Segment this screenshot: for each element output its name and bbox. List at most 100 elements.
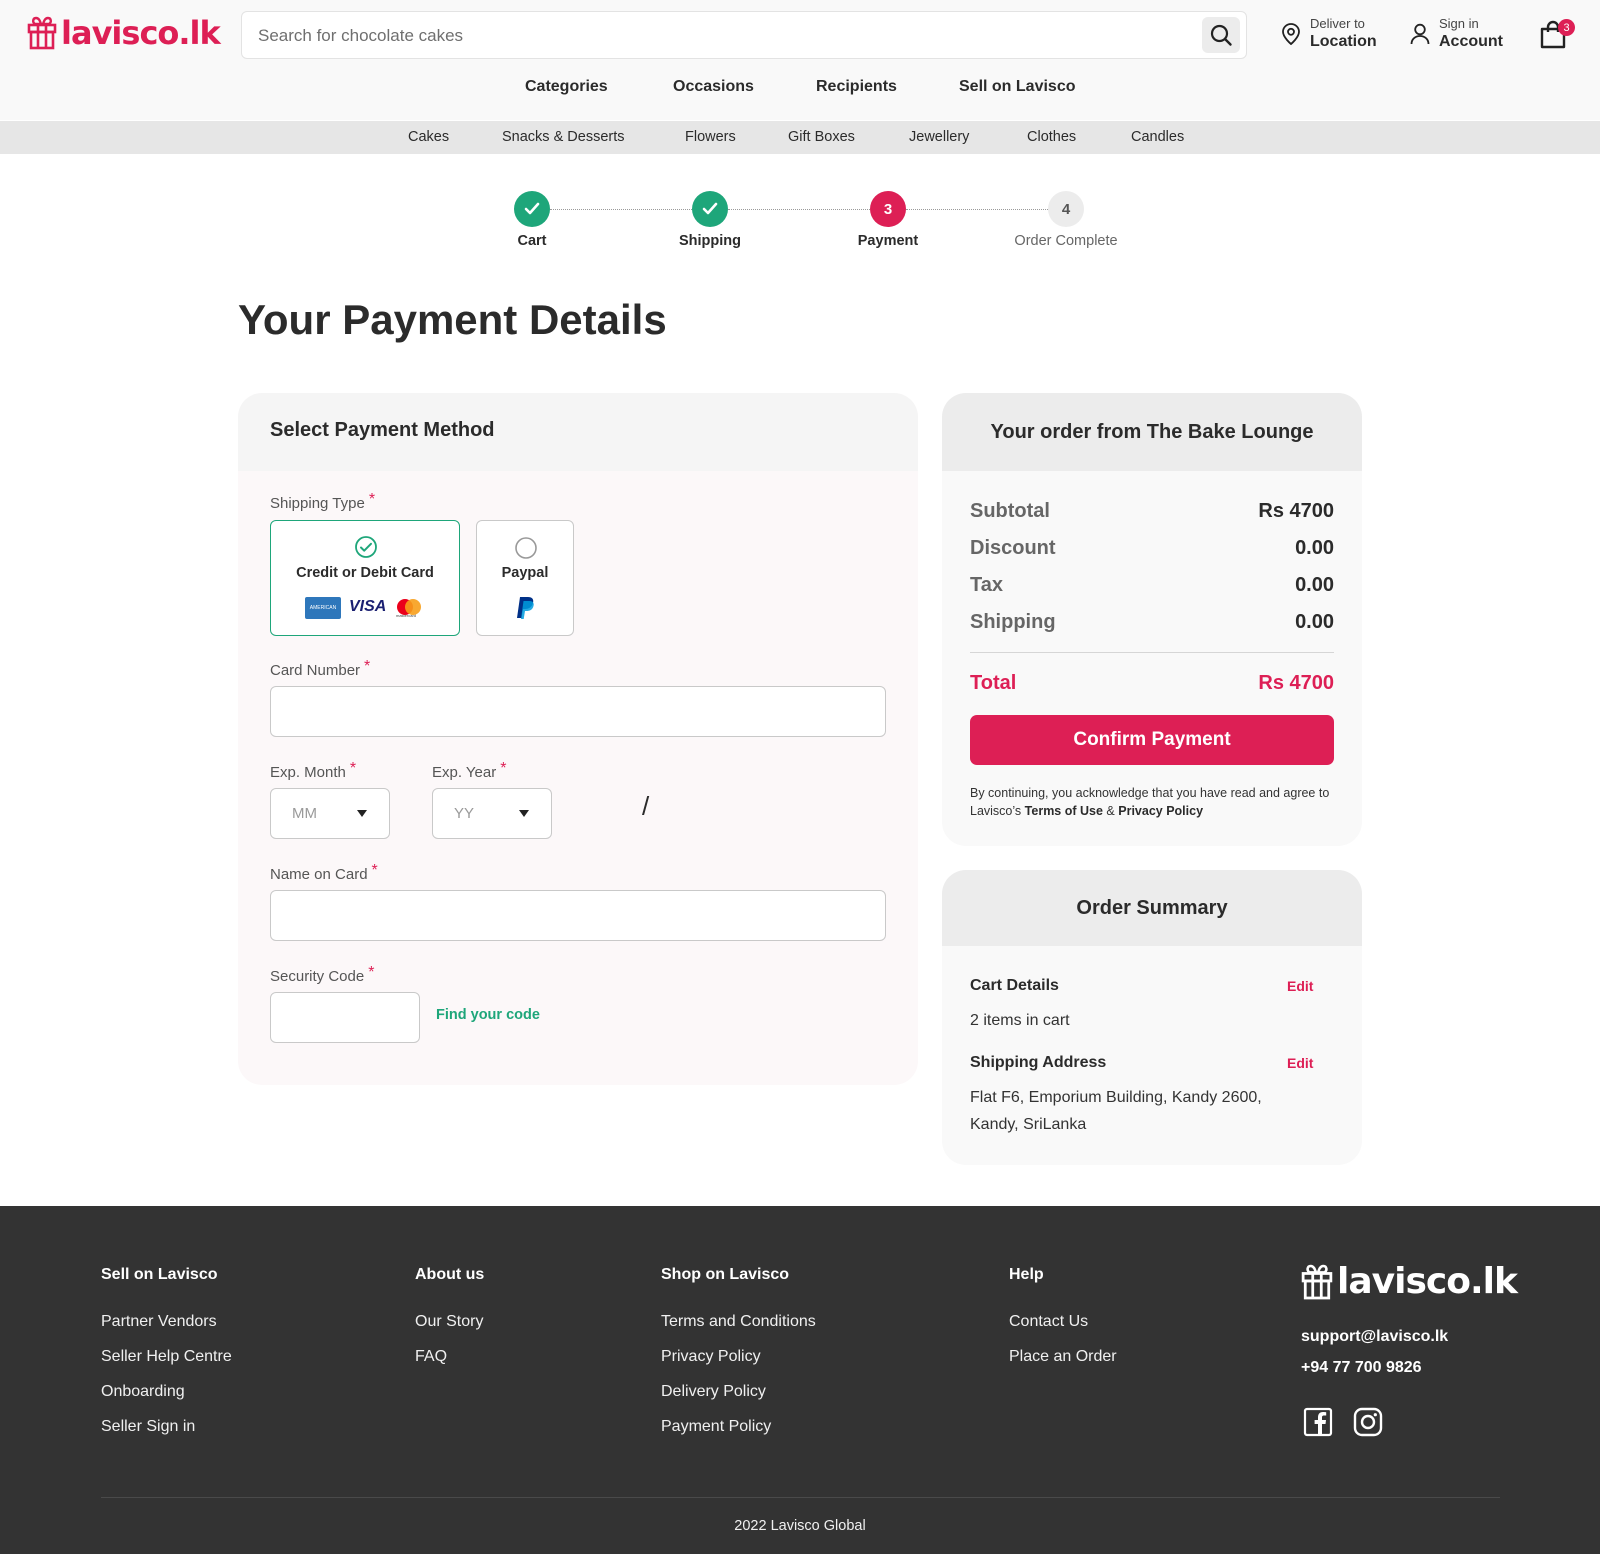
paypal-option-label: Paypal (501, 565, 549, 581)
security-code-text: Security Code (270, 968, 365, 985)
paypal-logo (517, 597, 534, 619)
security-code-input[interactable] (271, 993, 419, 1042)
card-number-field (270, 686, 886, 737)
user-icon (1410, 23, 1430, 45)
top-navigation: Categories Occasions Recipients Sell on … (0, 78, 1600, 100)
discount-row: Discount 0.00 (970, 537, 1334, 560)
checkmark-icon (702, 202, 718, 215)
location-pin-icon (1282, 23, 1300, 46)
subtotal-label: Subtotal (970, 500, 1050, 522)
legal-notice: By continuing, you acknowledge that you … (970, 784, 1334, 820)
cart-count-badge: 3 (1558, 19, 1575, 36)
exp-month-select[interactable]: MM (270, 788, 390, 839)
shipping-type-text: Shipping Type (270, 495, 365, 512)
facebook-link[interactable] (1303, 1407, 1333, 1442)
security-code-field (270, 992, 420, 1043)
payment-method-card: Select Payment Method Shipping Type * Cre… (238, 393, 918, 1085)
shipping-address-title: Shipping Address (970, 1054, 1107, 1071)
footer-link-our-story[interactable]: Our Story (415, 1313, 483, 1331)
subnav-jewellery[interactable]: Jewellery (909, 129, 969, 145)
tax-label: Tax (970, 574, 1003, 596)
total-row: Total Rs 4700 (970, 672, 1334, 695)
site-logo[interactable]: lavisco.lk (27, 14, 221, 52)
shipping-type-label: Shipping Type * (270, 491, 375, 513)
subtotal-row: Subtotal Rs 4700 (970, 500, 1334, 523)
confirm-payment-button[interactable]: Confirm Payment (970, 715, 1334, 765)
terms-of-use-link[interactable]: Terms of Use (1025, 804, 1103, 818)
card-payment-option[interactable]: Credit or Debit Card AMERICAN EXPRESS VI… (270, 520, 460, 636)
search-icon (1210, 24, 1232, 46)
tax-row: Tax 0.00 (970, 574, 1334, 597)
subnav-candles[interactable]: Candles (1131, 129, 1184, 145)
subnav-gift-boxes[interactable]: Gift Boxes (788, 129, 855, 145)
caret-down-icon (357, 810, 367, 817)
subnav-flowers[interactable]: Flowers (685, 129, 736, 145)
search-input[interactable] (258, 24, 1158, 48)
edit-cart-link[interactable]: Edit (1287, 978, 1313, 994)
step-connector (550, 209, 692, 210)
privacy-policy-link[interactable]: Privacy Policy (1118, 804, 1203, 818)
footer-logo-wordmark: lavisco.lk (1337, 1261, 1518, 1302)
radio-unselected-icon (515, 537, 537, 559)
visa-logo: VISA (349, 598, 387, 615)
footer-link-partner-vendors[interactable]: Partner Vendors (101, 1313, 217, 1331)
shipping-address-text: Flat F6, Emporium Building, Kandy 2600, … (970, 1089, 1262, 1133)
footer-link-seller-help[interactable]: Seller Help Centre (101, 1348, 232, 1366)
page-title: Your Payment Details (238, 296, 667, 343)
check-circle-icon (355, 536, 377, 558)
find-your-code-link[interactable]: Find your code (436, 1007, 540, 1023)
checkout-stepper: Cart Shipping 3 Payment 4 Order Complete (0, 190, 1600, 260)
paypal-payment-option[interactable]: Paypal (476, 520, 574, 636)
footer-link-contact[interactable]: Contact Us (1009, 1313, 1088, 1331)
deliver-to-location[interactable]: Deliver to Location (1280, 16, 1377, 52)
account-menu[interactable]: Sign in Account (1409, 16, 1503, 52)
nav-recipients[interactable]: Recipients (816, 78, 897, 96)
edit-address-link[interactable]: Edit (1287, 1055, 1313, 1071)
footer-link-delivery[interactable]: Delivery Policy (661, 1383, 766, 1401)
footer-sell-title: Sell on Lavisco (101, 1266, 218, 1283)
footer-link-place-order[interactable]: Place an Order (1009, 1348, 1117, 1366)
exp-year-select[interactable]: YY (432, 788, 552, 839)
gift-icon (27, 16, 57, 50)
subnav-clothes[interactable]: Clothes (1027, 129, 1076, 145)
nav-sell-on-lavisco[interactable]: Sell on Lavisco (959, 78, 1075, 96)
footer-phone[interactable]: +94 77 700 9826 (1301, 1359, 1422, 1377)
exp-year-label: Exp. Year * (432, 760, 506, 782)
caret-down-icon (519, 810, 529, 817)
exp-year-text: Exp. Year (432, 764, 497, 781)
nav-categories[interactable]: Categories (525, 78, 608, 96)
search-button[interactable] (1202, 17, 1240, 53)
exp-month-placeholder: MM (292, 805, 317, 822)
instagram-link[interactable] (1353, 1407, 1383, 1442)
search-bar (241, 11, 1247, 59)
subnav-snacks-desserts[interactable]: Snacks & Desserts (502, 129, 625, 145)
footer-email[interactable]: support@lavisco.lk (1301, 1328, 1448, 1346)
footer-link-faq[interactable]: FAQ (415, 1348, 447, 1366)
card-number-input[interactable] (271, 687, 885, 736)
totals-divider (970, 652, 1334, 653)
nav-occasions[interactable]: Occasions (673, 78, 754, 96)
exp-month-label: Exp. Month * (270, 760, 356, 782)
cart-button[interactable]: 3 (1539, 19, 1575, 55)
footer-link-privacy[interactable]: Privacy Policy (661, 1348, 761, 1366)
required-mark: * (368, 491, 376, 508)
shipping-label: Shipping (970, 611, 1056, 633)
footer-logo[interactable]: lavisco.lk (1301, 1261, 1518, 1302)
name-on-card-input[interactable] (271, 891, 885, 940)
cart-items-count: 2 items in cart (970, 1012, 1070, 1029)
order-heading: Your order from The Bake Lounge (942, 393, 1362, 471)
mastercard-logo-text: mastercard (396, 613, 417, 618)
footer-link-onboarding[interactable]: Onboarding (101, 1383, 185, 1401)
amex-logo: AMERICAN EXPRESS (305, 597, 341, 619)
step-cart-indicator (514, 191, 550, 227)
signin-small-label: Sign in (1439, 16, 1479, 31)
footer-link-terms[interactable]: Terms and Conditions (661, 1313, 816, 1331)
exp-month-text: Exp. Month (270, 764, 346, 781)
site-footer: Sell on Lavisco Partner Vendors Seller H… (0, 1206, 1600, 1554)
footer-divider (101, 1497, 1500, 1498)
subnav-cakes[interactable]: Cakes (408, 129, 449, 145)
gift-icon (1301, 1264, 1333, 1299)
footer-link-seller-sign-in[interactable]: Seller Sign in (101, 1418, 195, 1436)
name-on-card-label: Name on Card * (270, 862, 378, 884)
footer-link-payment[interactable]: Payment Policy (661, 1418, 771, 1436)
